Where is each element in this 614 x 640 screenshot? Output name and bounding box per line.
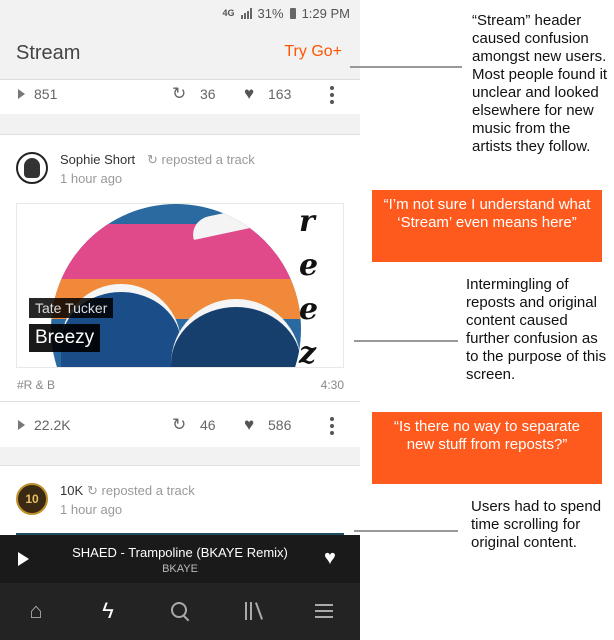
repost-count: 36 [200,86,216,102]
lightning-icon: ϟ [102,598,114,623]
user-quote: “I’m not sure I understand what ‘Stream’… [372,190,602,262]
annotation-pointer [354,340,458,342]
bottom-navigation: ⌂ ϟ [0,583,360,640]
nav-menu[interactable] [304,595,344,627]
avatar[interactable]: 10 [16,483,48,515]
more-options-icon[interactable] [330,417,334,438]
library-icon [244,602,263,620]
annotation-pointer [350,66,462,68]
post-time: 1 hour ago [60,502,123,517]
previous-track-card: 851 ↻ 36 ♥ 163 [0,80,360,114]
repost-label: ↻ reposted a track [87,483,195,499]
track-actions: 22.2K ↻ 46 ♥ 586 [0,411,360,439]
play-count: 851 [34,86,58,102]
track-artist[interactable]: Tate Tucker [29,298,114,318]
repost-icon[interactable]: ↻ [172,415,186,435]
nav-search[interactable] [160,595,200,627]
artwork-letter: z [299,336,317,368]
track-artwork[interactable]: r e e z Tate Tucker Breezy [16,203,344,368]
artwork-letter: e [299,248,319,283]
like-count: 586 [268,417,292,433]
repost-action-text: reposted a track [101,483,195,498]
track-duration: 4:30 [320,378,344,392]
track-actions: 851 ↻ 36 ♥ 163 [0,80,360,108]
nav-stream[interactable]: ϟ [88,595,128,627]
menu-icon [315,600,333,622]
now-playing-title: SHAED - Trampoline (BKAYE Remix) [72,545,288,560]
annotation-note: Users had to spend time scrolling for or… [471,498,602,551]
heart-icon[interactable]: ♥ [324,547,336,570]
status-bar: 4G 31% 1:29 PM [0,0,360,26]
repost-card: Sophie Short ↻ reposted a track 1 hour a… [0,134,360,447]
heart-icon[interactable]: ♥ [244,84,254,104]
nav-home[interactable]: ⌂ [16,595,56,627]
repost-icon[interactable]: ↻ [172,84,186,104]
stream-feed[interactable]: 851 ↻ 36 ♥ 163 Sophie Short ↻ reposted a… [0,80,360,535]
annotation-note: Intermingling of reposts and original co… [466,276,607,383]
reposter-name[interactable]: Sophie Short [60,152,135,167]
divider [0,401,360,402]
like-count: 163 [268,86,292,102]
user-quote: “Is there no way to separate new stuff f… [372,412,602,484]
page-title: Stream [16,42,81,64]
annotation-pointer [354,530,458,532]
repost-action-text: reposted a track [161,152,255,167]
nav-library[interactable] [232,595,272,627]
home-icon: ⌂ [29,598,43,623]
repost-small-icon: ↻ [147,152,158,167]
repost-card: 10 10K ↻ reposted a track 1 hour ago [0,465,360,535]
more-options-icon[interactable] [330,86,334,107]
now-playing-artist: BKAYE [162,563,198,575]
play-count-icon [18,89,25,99]
play-count: 22.2K [34,417,71,433]
clock: 1:29 PM [301,5,350,21]
network-type: 4G [222,8,235,18]
mini-player[interactable]: SHAED - Trampoline (BKAYE Remix) BKAYE ♥ [0,535,360,583]
artwork-letter: e [299,292,319,327]
play-count-icon [18,420,25,430]
heart-icon[interactable]: ♥ [244,415,254,435]
post-time: 1 hour ago [60,171,123,186]
track-title[interactable]: Breezy [29,324,101,352]
app-header: Stream Try Go+ [0,26,360,80]
repost-label: ↻ reposted a track [147,152,255,168]
repost-count: 46 [200,417,216,433]
genre-tag[interactable]: #R & B [17,378,55,392]
battery-icon [289,7,296,19]
phone-screen: 4G 31% 1:29 PM Stream Try Go+ 851 ↻ 36 ♥… [0,0,360,640]
signal-icon [240,7,252,19]
avatar[interactable] [16,152,48,184]
battery-percent: 31% [257,5,284,21]
repost-small-icon: ↻ [87,483,98,498]
search-icon [171,602,190,622]
try-go-plus-button[interactable]: Try Go+ [284,43,342,61]
artwork-letter: r [299,204,315,239]
reposter-name[interactable]: 10K [60,483,83,498]
annotation-note: “Stream” header caused confusion amongst… [472,12,608,155]
